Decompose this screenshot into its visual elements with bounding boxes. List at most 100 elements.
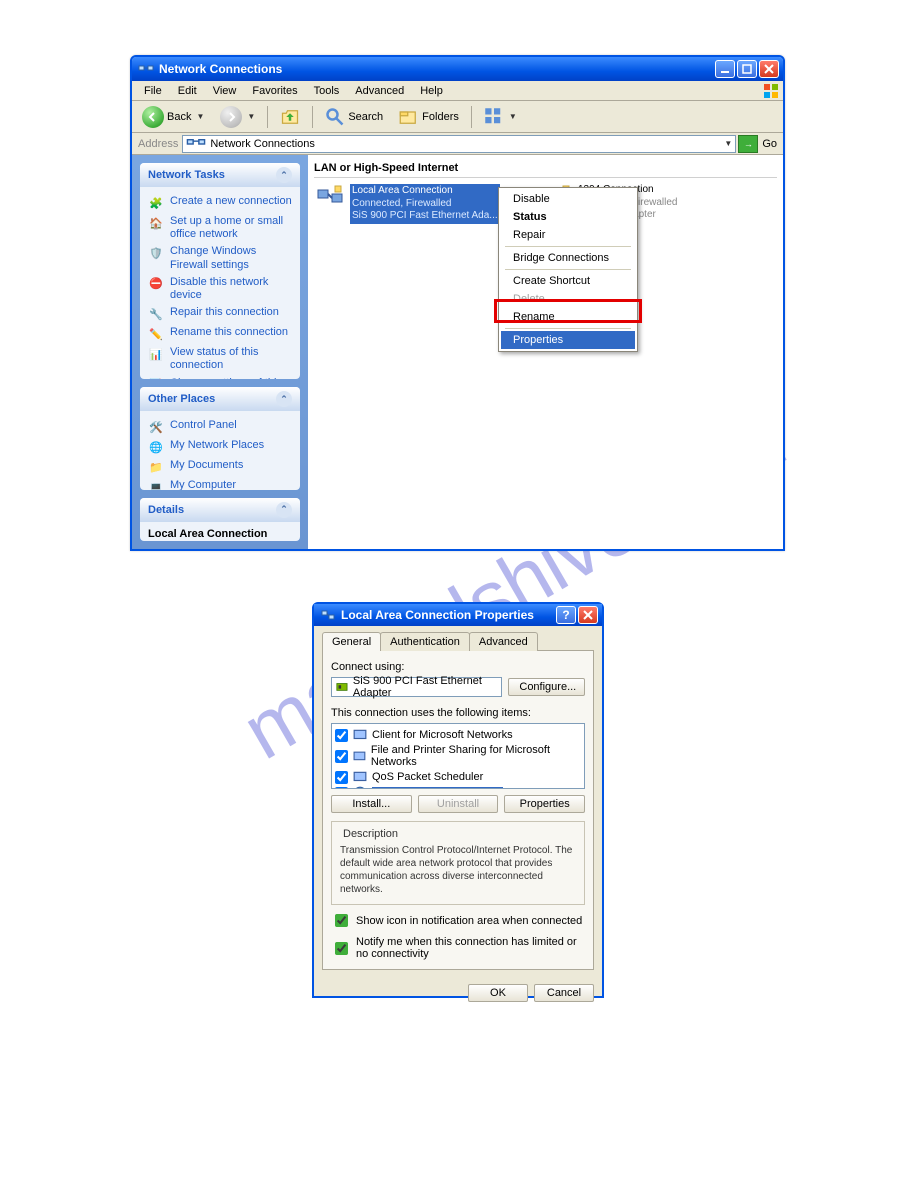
separator bbox=[505, 328, 631, 329]
link-my-documents[interactable]: 📁My Documents bbox=[148, 457, 292, 477]
cancel-button[interactable]: Cancel bbox=[534, 984, 594, 1002]
back-arrow-icon bbox=[142, 106, 164, 128]
link-my-computer[interactable]: 💻My Computer bbox=[148, 477, 292, 489]
details-value: Local Area Connection bbox=[140, 522, 300, 541]
ctx-status[interactable]: Status bbox=[501, 208, 635, 226]
item-client-ms-networks[interactable]: Client for Microsoft Networks bbox=[335, 727, 581, 743]
ctx-disable[interactable]: Disable bbox=[501, 190, 635, 208]
sharing-icon bbox=[353, 749, 366, 763]
checkbox[interactable] bbox=[335, 942, 348, 955]
ctx-create-shortcut[interactable]: Create Shortcut bbox=[501, 272, 635, 290]
task-firewall-settings[interactable]: 🛡️Change Windows Firewall settings bbox=[148, 243, 292, 273]
search-button[interactable]: Search bbox=[319, 104, 389, 130]
menu-tools[interactable]: Tools bbox=[306, 83, 348, 99]
menu-help[interactable]: Help bbox=[412, 83, 451, 99]
separator bbox=[471, 106, 472, 128]
checkbox[interactable] bbox=[335, 750, 348, 763]
address-value: Network Connections bbox=[210, 138, 315, 150]
ctx-repair[interactable]: Repair bbox=[501, 226, 635, 244]
checkbox[interactable] bbox=[335, 771, 348, 784]
task-view-status[interactable]: 📊View status of this connection bbox=[148, 344, 292, 374]
uninstall-button: Uninstall bbox=[418, 795, 499, 813]
checkbox-label: Notify me when this connection has limit… bbox=[356, 936, 585, 960]
go-button[interactable]: → bbox=[738, 135, 758, 153]
back-button[interactable]: Back ▼ bbox=[136, 104, 210, 130]
minimize-button[interactable] bbox=[715, 60, 735, 78]
ok-button[interactable]: OK bbox=[468, 984, 528, 1002]
dropdown-arrow-icon[interactable]: ▼ bbox=[724, 139, 732, 148]
folders-button[interactable]: Folders bbox=[393, 104, 465, 130]
separator bbox=[505, 269, 631, 270]
home-network-icon: 🏠 bbox=[148, 215, 164, 231]
app-icon bbox=[138, 61, 154, 77]
connection-items-list[interactable]: Client for Microsoft Networks File and P… bbox=[331, 723, 585, 789]
ctx-bridge[interactable]: Bridge Connections bbox=[501, 249, 635, 267]
properties-dialog: Local Area Connection Properties ? Gener… bbox=[312, 602, 604, 998]
other-places-panel: Other Places ⌃ 🛠️Control Panel 🌐My Netwo… bbox=[140, 387, 300, 489]
link-network-places[interactable]: 🌐My Network Places bbox=[148, 437, 292, 457]
ctx-rename[interactable]: Rename bbox=[501, 308, 635, 326]
show-icon-checkbox-row[interactable]: Show icon in notification area when conn… bbox=[331, 911, 585, 930]
up-button[interactable] bbox=[274, 104, 306, 130]
go-label: Go bbox=[758, 138, 781, 150]
menu-file[interactable]: File bbox=[136, 83, 170, 99]
maximize-button[interactable] bbox=[737, 60, 757, 78]
menu-view[interactable]: View bbox=[205, 83, 245, 99]
task-disable-device[interactable]: ⛔Disable this network device bbox=[148, 274, 292, 304]
item-qos-scheduler[interactable]: QoS Packet Scheduler bbox=[335, 769, 581, 785]
ctx-properties[interactable]: Properties bbox=[501, 331, 635, 349]
help-button[interactable]: ? bbox=[556, 606, 576, 624]
address-field[interactable]: Network Connections ▼ bbox=[182, 135, 736, 153]
details-panel: Details ⌃ Local Area Connection bbox=[140, 498, 300, 541]
panel-title: Network Tasks bbox=[148, 169, 225, 181]
configure-button[interactable]: Configure... bbox=[508, 678, 585, 696]
dialog-titlebar[interactable]: Local Area Connection Properties ? bbox=[314, 604, 602, 626]
close-button[interactable] bbox=[578, 606, 598, 624]
task-create-connection[interactable]: 🧩Create a new connection bbox=[148, 193, 292, 213]
properties-button[interactable]: Properties bbox=[504, 795, 585, 813]
task-repair-connection[interactable]: 🔧Repair this connection bbox=[148, 304, 292, 324]
disable-icon: ⛔ bbox=[148, 276, 164, 292]
task-setup-network[interactable]: 🏠Set up a home or small office network bbox=[148, 213, 292, 243]
network-places-icon: 🌐 bbox=[148, 439, 164, 455]
link-control-panel[interactable]: 🛠️Control Panel bbox=[148, 417, 292, 437]
forward-button[interactable]: ▼ bbox=[214, 104, 261, 130]
task-change-settings[interactable]: 📝Change settings of this connection bbox=[148, 375, 292, 380]
menu-advanced[interactable]: Advanced bbox=[347, 83, 412, 99]
checkbox[interactable] bbox=[335, 787, 348, 790]
search-label: Search bbox=[348, 111, 383, 123]
collapse-button[interactable]: ⌃ bbox=[276, 167, 292, 183]
task-rename-connection[interactable]: ✏️Rename this connection bbox=[148, 324, 292, 344]
address-bar: Address Network Connections ▼ → Go bbox=[132, 133, 783, 155]
views-icon bbox=[484, 107, 504, 127]
folder-up-icon bbox=[280, 107, 300, 127]
checkbox-label: Show icon in notification area when conn… bbox=[356, 915, 582, 927]
tab-general[interactable]: General bbox=[322, 632, 381, 651]
checkbox[interactable] bbox=[335, 729, 348, 742]
views-button[interactable]: ▼ bbox=[478, 104, 523, 130]
protocol-icon bbox=[353, 786, 367, 789]
collapse-button[interactable]: ⌃ bbox=[276, 391, 292, 407]
panel-title: Other Places bbox=[148, 393, 215, 405]
folders-icon bbox=[399, 107, 419, 127]
dialog-title: Local Area Connection Properties bbox=[341, 608, 556, 622]
separator bbox=[505, 246, 631, 247]
group-header: LAN or High-Speed Internet bbox=[314, 159, 777, 178]
item-tcpip[interactable]: Internet Protocol (TCP/IP) bbox=[335, 785, 581, 789]
windows-flag-icon bbox=[763, 83, 779, 99]
notify-checkbox-row[interactable]: Notify me when this connection has limit… bbox=[331, 936, 585, 960]
titlebar[interactable]: Network Connections bbox=[132, 57, 783, 81]
connection-local-area[interactable]: Local Area Connection Connected, Firewal… bbox=[314, 182, 524, 226]
checkbox[interactable] bbox=[335, 914, 348, 927]
tab-advanced[interactable]: Advanced bbox=[469, 632, 538, 651]
close-button[interactable] bbox=[759, 60, 779, 78]
menu-edit[interactable]: Edit bbox=[170, 83, 205, 99]
description-text: Transmission Control Protocol/Internet P… bbox=[340, 844, 576, 896]
search-icon bbox=[325, 107, 345, 127]
tab-authentication[interactable]: Authentication bbox=[380, 632, 470, 651]
collapse-button[interactable]: ⌃ bbox=[276, 502, 292, 518]
window-title: Network Connections bbox=[159, 62, 715, 76]
install-button[interactable]: Install... bbox=[331, 795, 412, 813]
item-file-printer-sharing[interactable]: File and Printer Sharing for Microsoft N… bbox=[335, 743, 581, 769]
menu-favorites[interactable]: Favorites bbox=[244, 83, 305, 99]
